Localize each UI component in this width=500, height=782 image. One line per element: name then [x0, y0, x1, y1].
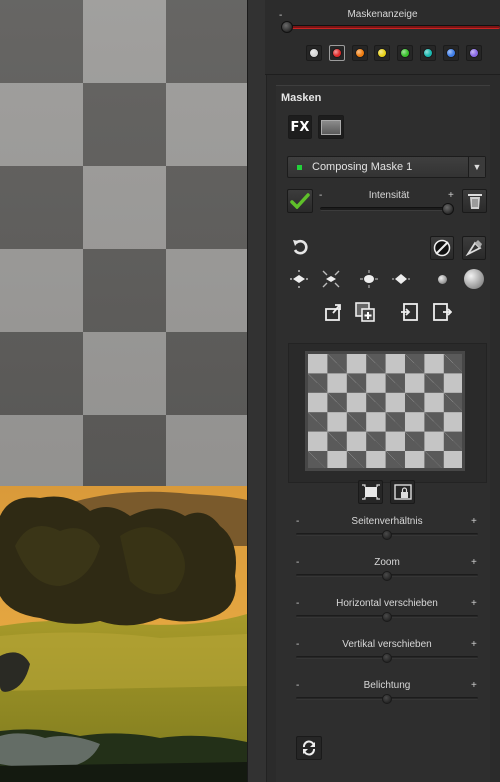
color-dot	[445, 48, 456, 58]
mask-color-swatch[interactable]	[306, 45, 322, 61]
invert-mask-button[interactable]	[430, 236, 454, 260]
reset-button[interactable]	[296, 736, 322, 760]
sharpen-mask-button[interactable]	[390, 268, 412, 290]
masks-section-title: Masken	[281, 92, 322, 104]
brush-button[interactable]	[462, 236, 486, 260]
apply-mask-button[interactable]	[287, 189, 313, 213]
intensity-plus: +	[448, 190, 454, 201]
color-dot	[354, 48, 365, 58]
load-mask-button[interactable]	[398, 300, 422, 324]
shrink-mask-button[interactable]	[320, 268, 342, 290]
large-brush-size-button[interactable]	[462, 267, 486, 291]
small-brush-size-button[interactable]	[431, 268, 453, 290]
slider-label: Vertikal verschieben	[342, 639, 432, 650]
soften-mask-icon	[360, 270, 378, 288]
add-mask-button[interactable]	[353, 300, 377, 324]
mask-display-minus: -	[279, 10, 283, 21]
save-mask-button[interactable]	[430, 300, 454, 324]
sharpen-mask-icon	[392, 274, 410, 284]
landscape-image	[0, 486, 247, 782]
slider-knob[interactable]	[382, 612, 392, 622]
mask-select-dropdown[interactable]: Composing Maske 1 ▼	[287, 156, 486, 178]
mask-display-slider-knob[interactable]	[281, 21, 293, 33]
load-mask-icon	[401, 303, 418, 321]
chevron-down-icon[interactable]: ▼	[468, 157, 485, 177]
slider-knob[interactable]	[382, 571, 392, 581]
intensity-minus: -	[319, 190, 323, 201]
mask-color-swatch[interactable]	[351, 45, 368, 61]
grow-mask-button[interactable]	[288, 268, 310, 290]
slider-label: Horizontal verschieben	[336, 598, 438, 609]
lock-icon	[393, 484, 412, 500]
export-mask-button[interactable]	[321, 300, 345, 324]
mask-display-slider[interactable]	[287, 25, 500, 29]
undo-button[interactable]	[289, 236, 311, 258]
color-dot	[309, 48, 319, 58]
mask-color-swatch[interactable]	[397, 45, 414, 61]
mask-preview[interactable]	[305, 351, 465, 471]
mask-display-title: Maskenanzeige	[347, 9, 418, 20]
export-mask-icon	[325, 304, 341, 321]
slider-knob[interactable]	[382, 653, 392, 663]
trash-icon	[467, 194, 482, 209]
image-canvas[interactable]	[0, 0, 247, 782]
delete-mask-button[interactable]	[462, 189, 487, 213]
soften-mask-button[interactable]	[358, 268, 380, 290]
slider-knob[interactable]	[382, 694, 392, 704]
fit-frame-icon	[361, 484, 380, 500]
slider-label: Belichtung	[363, 680, 411, 691]
slider-knob[interactable]	[382, 530, 392, 540]
fit-frame-button[interactable]	[358, 480, 383, 504]
mask-color-swatch[interactable]	[442, 45, 459, 61]
mask-color-swatch[interactable]	[465, 45, 482, 61]
landscape-mask-icon	[321, 119, 341, 135]
intensity-slider-knob[interactable]	[442, 203, 455, 215]
color-dot	[377, 48, 388, 58]
mask-color-swatch[interactable]	[420, 45, 436, 61]
fx-button[interactable]: FX	[288, 115, 312, 139]
mask-color-swatch[interactable]	[374, 45, 391, 61]
grow-mask-icon	[290, 270, 308, 288]
small-sphere-icon	[437, 274, 447, 284]
color-dot	[331, 48, 342, 58]
color-dot	[468, 48, 479, 58]
slider-label: Zoom	[374, 557, 400, 568]
intensity-slider[interactable]	[320, 207, 452, 211]
brush-icon	[465, 240, 482, 257]
fx-label: FX	[290, 119, 310, 135]
color-dot	[400, 48, 411, 58]
slider-label: Seitenverhältnis	[351, 516, 423, 527]
large-sphere-icon	[464, 269, 484, 289]
mask-color-indicator	[297, 165, 302, 170]
add-mask-icon	[355, 302, 375, 322]
save-mask-icon	[433, 303, 452, 321]
mask-select-value: Composing Maske 1	[312, 161, 413, 173]
intensity-label: Intensität	[368, 190, 410, 201]
mask-color-swatch[interactable]	[328, 45, 345, 61]
checkmark-icon	[290, 193, 310, 209]
landscape-mask-button[interactable]	[318, 115, 344, 139]
transparency-checkerboard	[0, 0, 247, 498]
lock-frame-button[interactable]	[390, 480, 415, 504]
undo-icon	[293, 239, 308, 255]
invert-mask-icon	[433, 239, 451, 257]
refresh-icon	[303, 740, 315, 756]
shrink-mask-icon	[322, 270, 340, 288]
color-dot	[423, 48, 433, 58]
